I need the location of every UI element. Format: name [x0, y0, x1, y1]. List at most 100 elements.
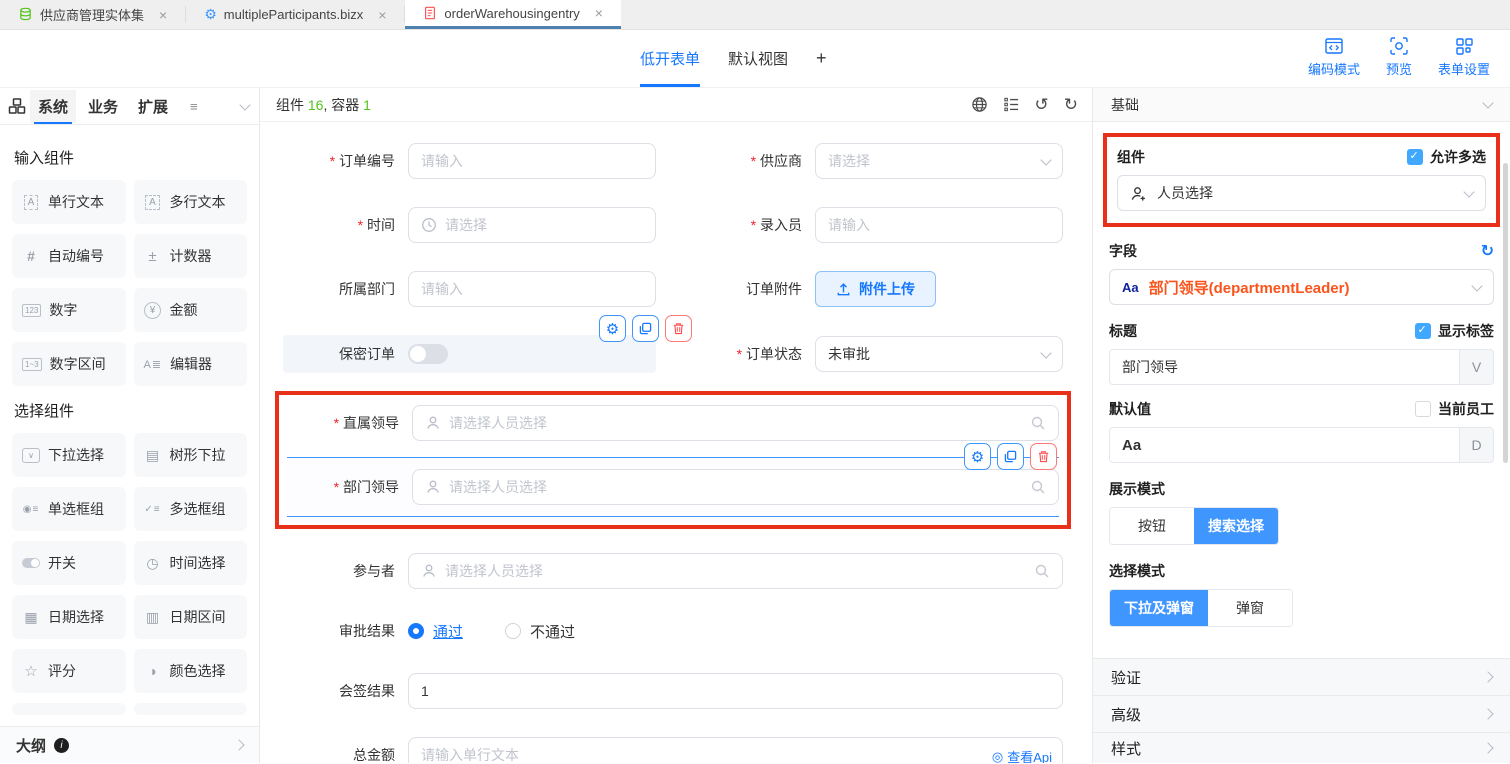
display-mode-search-option[interactable]: 搜索选择	[1194, 508, 1278, 544]
component-tile-number-range[interactable]: 数字区间	[12, 342, 126, 386]
search-icon	[1034, 563, 1050, 579]
component-type-select[interactable]: 人员选择	[1117, 175, 1486, 211]
component-sidebar: 系统 业务 扩展 ≡ 输入组件 单行文本 多行文本 自动编号 计数器 数字 金额…	[0, 88, 260, 763]
person-icon	[425, 415, 441, 431]
field-label: 审批结果	[283, 621, 395, 641]
entry-clerk-input[interactable]: 请输入	[815, 207, 1063, 243]
display-mode-button-option[interactable]: 按钮	[1110, 508, 1194, 544]
tab-default-view[interactable]: 默认视图	[728, 30, 788, 87]
component-tile-checkbox-group[interactable]: 多选框组	[134, 487, 248, 531]
field-countersign-result: 会签结果 1	[283, 673, 1063, 709]
radio-fail[interactable]	[505, 623, 521, 639]
tab-low-code-form[interactable]: 低开表单	[640, 30, 700, 87]
component-tile-counter[interactable]: 计数器	[134, 234, 248, 278]
components-icon[interactable]	[8, 97, 26, 115]
close-icon[interactable]: ×	[159, 7, 167, 23]
component-tile-editor[interactable]: 编辑器	[134, 342, 248, 386]
select-mode-popup-option[interactable]: 弹窗	[1208, 590, 1292, 626]
department-input[interactable]: 请输入	[408, 271, 656, 307]
component-tile-auto-number[interactable]: 自动编号	[12, 234, 126, 278]
accordion-validation[interactable]: 验证	[1093, 658, 1510, 695]
order-status-select[interactable]: 未审批	[815, 336, 1063, 372]
delete-icon[interactable]	[665, 315, 692, 342]
variable-toggle-d[interactable]: D	[1459, 428, 1493, 462]
component-tile-color-picker[interactable]: 颜色选择	[134, 649, 248, 693]
component-tile-currency[interactable]: 金额	[134, 288, 248, 332]
sidebar-tab-extension[interactable]: 扩展	[130, 90, 176, 123]
order-no-input[interactable]: 请输入	[408, 143, 656, 179]
department-leader-person-select[interactable]: 请选择人员选择	[412, 469, 1059, 505]
view-tabs: 低开表单 默认视图 +	[640, 30, 827, 87]
form-settings-button[interactable]: 表单设置	[1438, 36, 1490, 78]
add-view-button[interactable]: +	[816, 48, 827, 69]
component-tile-date-picker[interactable]: 日期选择	[12, 595, 126, 639]
chevron-down-icon[interactable]	[239, 99, 250, 110]
component-tile-clipped[interactable]	[134, 703, 248, 715]
countersign-input[interactable]: 1	[408, 673, 1063, 709]
preview-button[interactable]: 预览	[1386, 36, 1412, 78]
selected-component-department-leader[interactable]: 部门领导 请选择人员选择	[287, 457, 1059, 517]
component-tile-switch[interactable]: 开关	[12, 541, 126, 585]
variable-toggle-v[interactable]: V	[1459, 350, 1493, 384]
copy-icon[interactable]	[632, 315, 659, 342]
time-picker-input[interactable]: 请选择	[408, 207, 656, 243]
field-label: 直属领导	[287, 413, 399, 433]
sidebar-tab-system[interactable]: 系统	[30, 90, 76, 123]
window-tab-multiple-participants[interactable]: ⚙ multipleParticipants.bizx ×	[186, 0, 404, 29]
bound-field-select[interactable]: Aa 部门领导(departmentLeader)	[1109, 269, 1494, 305]
title-input[interactable]: 部门领导 V	[1109, 349, 1494, 385]
accordion-style[interactable]: 样式	[1093, 732, 1510, 763]
total-amount-input[interactable]: 请输入单行文本 ◎查看Api	[408, 737, 1063, 763]
sidebar-tab-business[interactable]: 业务	[80, 90, 126, 123]
participants-person-select[interactable]: 请选择人员选择	[408, 553, 1063, 589]
window-tab-entity-set[interactable]: 供应商管理实体集 ×	[0, 0, 185, 29]
close-icon[interactable]: ×	[378, 7, 386, 23]
allow-multiselect-checkbox[interactable]	[1407, 149, 1423, 165]
redo-icon[interactable]	[1064, 95, 1078, 115]
component-tile-radio-group[interactable]: 单选框组	[12, 487, 126, 531]
close-icon[interactable]: ×	[595, 5, 603, 21]
highlight-component-section: 组件 允许多选 人员选择	[1103, 133, 1500, 227]
component-tile-tree-dropdown[interactable]: 树形下拉	[134, 433, 248, 477]
component-tile-clipped[interactable]	[12, 703, 126, 715]
component-tile-single-line-text[interactable]: 单行文本	[12, 180, 126, 224]
outline-bar[interactable]: 大纲 i	[0, 726, 259, 763]
default-value-input[interactable]: Aa D	[1109, 427, 1494, 463]
window-tab-order-warehousing[interactable]: orderWarehousingentry ×	[405, 0, 621, 29]
view-api-link[interactable]: ◎查看Api	[992, 747, 1052, 763]
settings-icon[interactable]	[964, 443, 991, 470]
globe-icon[interactable]	[971, 96, 988, 113]
component-tile-time-picker[interactable]: 时间选择	[134, 541, 248, 585]
chevron-down-icon	[1040, 347, 1051, 358]
currency-icon	[144, 301, 162, 319]
menu-icon[interactable]: ≡	[190, 99, 198, 114]
component-tile-dropdown-select[interactable]: 下拉选择	[12, 433, 126, 477]
scrollbar[interactable]	[1503, 163, 1508, 463]
component-count-label: 组件 16, 容器 1	[276, 95, 371, 115]
direct-leader-person-select[interactable]: 请选择人员选择	[412, 405, 1059, 441]
chevron-right-icon	[1482, 671, 1493, 682]
copy-icon[interactable]	[997, 443, 1024, 470]
delete-icon[interactable]	[1030, 443, 1057, 470]
select-mode-dropdown-option[interactable]: 下拉及弹窗	[1110, 590, 1208, 626]
component-tile-rating[interactable]: 评分	[12, 649, 126, 693]
accordion-advanced[interactable]: 高级	[1093, 695, 1510, 732]
field-label: 所属部门	[283, 279, 395, 299]
component-tile-number[interactable]: 数字	[12, 288, 126, 332]
show-label-checkbox[interactable]	[1415, 323, 1431, 339]
supplier-select[interactable]: 请选择	[815, 143, 1063, 179]
secret-order-toggle[interactable]	[408, 344, 448, 364]
settings-icon[interactable]	[599, 315, 626, 342]
radio-pass-label[interactable]: 通过	[433, 621, 463, 642]
radio-pass[interactable]	[408, 623, 424, 639]
current-employee-checkbox[interactable]	[1415, 401, 1431, 417]
attachment-upload-button[interactable]: 附件上传	[815, 271, 936, 307]
component-tile-multi-line-text[interactable]: 多行文本	[134, 180, 248, 224]
code-mode-button[interactable]: 编码模式	[1308, 36, 1360, 78]
refresh-icon[interactable]	[1481, 241, 1494, 261]
outline-tree-icon[interactable]	[1003, 96, 1020, 113]
radio-fail-label[interactable]: 不通过	[530, 621, 575, 642]
component-tile-date-range[interactable]: 日期区间	[134, 595, 248, 639]
undo-icon[interactable]	[1035, 95, 1049, 115]
inspector-header[interactable]: 基础	[1093, 88, 1510, 122]
